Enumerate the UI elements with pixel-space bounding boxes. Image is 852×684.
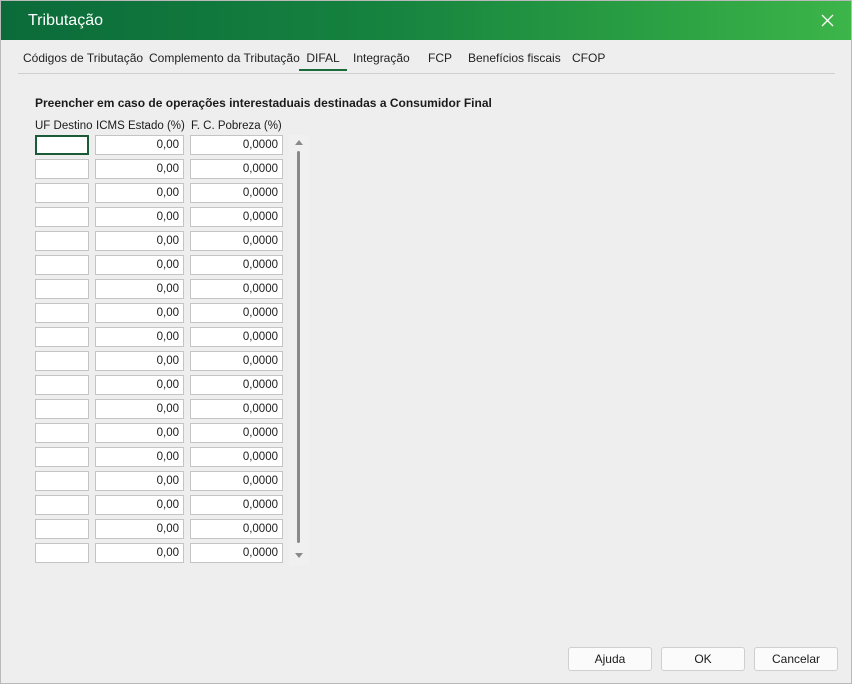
section-heading: Preencher em caso de operações interesta…: [35, 96, 492, 110]
icms-estado-field[interactable]: 0,00: [95, 207, 184, 227]
fc-pobreza-field[interactable]: 0,0000: [190, 399, 283, 419]
fc-pobreza-field[interactable]: 0,0000: [190, 495, 283, 515]
fc-pobreza-field[interactable]: 0,0000: [190, 471, 283, 491]
column-header-icms-estado: ICMS Estado (%): [96, 120, 185, 132]
tab-difal[interactable]: DIFAL: [299, 51, 347, 71]
fc-pobreza-field[interactable]: 0,0000: [190, 207, 283, 227]
tab-codigos-de-tributacao[interactable]: Códigos de Tributação: [23, 51, 143, 71]
icms-estado-field[interactable]: 0,00: [95, 399, 184, 419]
tab-fcp[interactable]: FCP: [428, 51, 452, 71]
uf-destino-field[interactable]: [35, 255, 89, 275]
uf-destino-field[interactable]: [35, 519, 89, 539]
table-scrollbar[interactable]: [289, 135, 309, 565]
icms-estado-field[interactable]: 0,00: [95, 447, 184, 467]
fc-pobreza-field[interactable]: 0,0000: [190, 327, 283, 347]
help-button[interactable]: Ajuda: [568, 647, 652, 671]
tab-divider: [18, 73, 835, 74]
fc-pobreza-field[interactable]: 0,0000: [190, 543, 283, 563]
uf-destino-field[interactable]: [35, 327, 89, 347]
column-header-fc-pobreza: F. C. Pobreza (%): [191, 120, 282, 132]
uf-destino-field[interactable]: [35, 543, 89, 563]
window-title: Tributação: [28, 12, 103, 29]
uf-destino-field[interactable]: [35, 471, 89, 491]
fc-pobreza-field[interactable]: 0,0000: [190, 423, 283, 443]
title-bar: Tributação: [1, 1, 851, 40]
ok-button[interactable]: OK: [661, 647, 745, 671]
icms-estado-field[interactable]: 0,00: [95, 519, 184, 539]
icms-estado-field[interactable]: 0,00: [95, 351, 184, 371]
uf-destino-field[interactable]: [35, 423, 89, 443]
fc-pobreza-field[interactable]: 0,0000: [190, 159, 283, 179]
icms-estado-field[interactable]: 0,00: [95, 543, 184, 563]
close-icon: [821, 14, 834, 27]
uf-destino-field[interactable]: [35, 231, 89, 251]
fc-pobreza-field[interactable]: 0,0000: [190, 279, 283, 299]
fc-pobreza-field[interactable]: 0,0000: [190, 375, 283, 395]
icms-estado-field[interactable]: 0,00: [95, 159, 184, 179]
uf-destino-field[interactable]: [35, 135, 89, 155]
fc-pobreza-field[interactable]: 0,0000: [190, 255, 283, 275]
uf-destino-field[interactable]: [35, 279, 89, 299]
tab-cfop[interactable]: CFOP: [572, 51, 605, 71]
icms-estado-field[interactable]: 0,00: [95, 375, 184, 395]
icms-estado-field[interactable]: 0,00: [95, 471, 184, 491]
fc-pobreza-field[interactable]: 0,0000: [190, 231, 283, 251]
icms-estado-field[interactable]: 0,00: [95, 303, 184, 323]
arrow-down-icon: [295, 553, 303, 558]
tab-complemento-da-tributacao[interactable]: Complemento da Tributação: [149, 51, 300, 71]
icms-estado-field[interactable]: 0,00: [95, 135, 184, 155]
fc-pobreza-field[interactable]: 0,0000: [190, 183, 283, 203]
fc-pobreza-field[interactable]: 0,0000: [190, 519, 283, 539]
cancel-button[interactable]: Cancelar: [754, 647, 838, 671]
fc-pobreza-field[interactable]: 0,0000: [190, 351, 283, 371]
uf-destino-field[interactable]: [35, 207, 89, 227]
arrow-up-icon: [295, 140, 303, 145]
scroll-thumb[interactable]: [297, 151, 300, 543]
uf-destino-field[interactable]: [35, 375, 89, 395]
icms-estado-field[interactable]: 0,00: [95, 423, 184, 443]
column-header-uf-destino: UF Destino: [35, 120, 93, 132]
scroll-down-button[interactable]: [293, 549, 305, 561]
uf-destino-field[interactable]: [35, 303, 89, 323]
icms-estado-field[interactable]: 0,00: [95, 327, 184, 347]
close-button[interactable]: [813, 7, 843, 35]
uf-destino-field[interactable]: [35, 495, 89, 515]
icms-estado-field[interactable]: 0,00: [95, 279, 184, 299]
uf-destino-field[interactable]: [35, 447, 89, 467]
icms-estado-field[interactable]: 0,00: [95, 231, 184, 251]
icms-estado-field[interactable]: 0,00: [95, 183, 184, 203]
scroll-up-button[interactable]: [293, 137, 305, 149]
tributacao-dialog: Tributação Códigos de Tributação Complem…: [0, 0, 852, 684]
tab-beneficios-fiscais[interactable]: Benefícios fiscais: [468, 51, 561, 71]
uf-destino-field[interactable]: [35, 183, 89, 203]
icms-estado-field[interactable]: 0,00: [95, 495, 184, 515]
fc-pobreza-field[interactable]: 0,0000: [190, 303, 283, 323]
fc-pobreza-field[interactable]: 0,0000: [190, 447, 283, 467]
fc-pobreza-field[interactable]: 0,0000: [190, 135, 283, 155]
uf-destino-field[interactable]: [35, 351, 89, 371]
uf-destino-field[interactable]: [35, 399, 89, 419]
tab-integracao[interactable]: Integração: [353, 51, 410, 71]
uf-destino-field[interactable]: [35, 159, 89, 179]
icms-estado-field[interactable]: 0,00: [95, 255, 184, 275]
